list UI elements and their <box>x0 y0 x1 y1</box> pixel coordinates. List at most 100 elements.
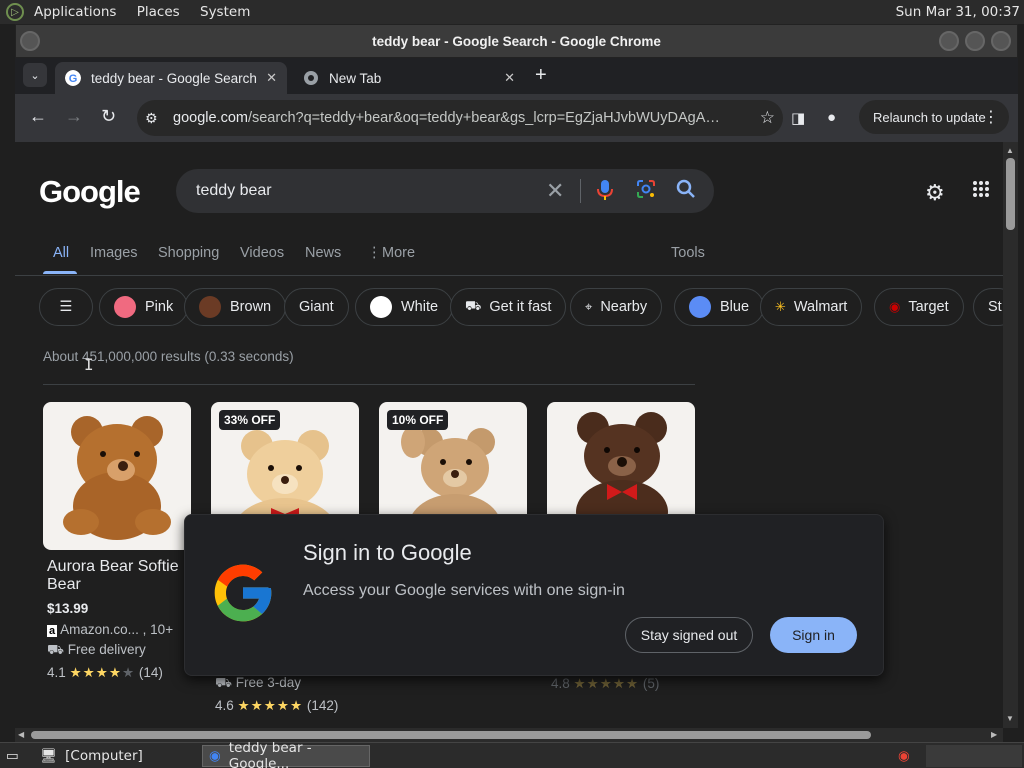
tab-images[interactable]: Images <box>90 245 138 261</box>
svg-text:G: G <box>69 73 78 85</box>
vertical-scroll-thumb[interactable] <box>1006 158 1015 230</box>
address-bar[interactable]: ⚙ google.com /search?q=teddy+bear&oq=ted… <box>137 100 783 136</box>
google-apps-icon[interactable] <box>972 180 990 198</box>
tab-label: teddy bear - Google Search <box>91 70 257 86</box>
tab-news[interactable]: News <box>305 245 341 261</box>
chrome-favicon-icon <box>304 71 318 85</box>
taskbar-computer[interactable]: 🖥 [Computer] <box>34 745 194 767</box>
chip-white[interactable]: White <box>355 288 454 326</box>
scroll-right-icon[interactable]: ▶ <box>991 730 997 739</box>
close-tab-icon[interactable]: ✕ <box>504 70 515 86</box>
clear-search-icon[interactable]: ✕ <box>546 178 564 204</box>
chip-label: Target <box>908 299 949 315</box>
workspace-switcher[interactable] <box>926 745 1022 767</box>
scroll-left-icon[interactable]: ◀ <box>18 730 24 739</box>
scroll-down-icon[interactable]: ▼ <box>1006 714 1014 723</box>
os-menu-places[interactable]: Places <box>137 4 180 20</box>
relaunch-to-update-button[interactable]: Relaunch to update ⋮ <box>859 100 1009 134</box>
chip-label: Walmart <box>793 299 848 315</box>
filter-settings-chip[interactable]: ☰ <box>39 288 93 326</box>
product-name[interactable]: Aurora Bear Softie Bear <box>43 558 191 594</box>
chip-walmart[interactable]: ✳ Walmart <box>760 288 863 326</box>
chip-pink[interactable]: Pink <box>99 288 189 326</box>
sign-in-dialog: Sign in to Google Access your Google ser… <box>184 514 884 676</box>
browser-toolbar: ← → ↻ ⚙ google.com /search?q=teddy+bear&… <box>15 94 1018 142</box>
teddy-bear-image <box>63 416 171 540</box>
site-info-icon[interactable]: ⚙ <box>145 110 167 127</box>
close-tab-icon[interactable]: ✕ <box>266 70 277 86</box>
chip-label: Blue <box>720 299 750 315</box>
google-logo[interactable]: Google <box>39 174 141 210</box>
chip-label: Brown <box>230 299 272 315</box>
search-divider <box>580 179 581 203</box>
os-menu-system[interactable]: System <box>200 4 250 20</box>
relaunch-label: Relaunch to update <box>873 109 986 125</box>
rating-value: 4.8 <box>551 676 570 691</box>
tab-label: New Tab <box>329 70 382 86</box>
product-seller: a Amazon.co... , 10+ <box>43 622 191 637</box>
window-menu-icon[interactable] <box>20 31 40 51</box>
tray-chrome-icon[interactable]: ◉ <box>892 745 922 767</box>
reload-icon[interactable]: ↻ <box>101 106 116 127</box>
chip-target[interactable]: ◉ Target <box>874 288 964 326</box>
chip-blue[interactable]: Blue <box>674 288 765 326</box>
minimize-icon[interactable] <box>939 31 959 51</box>
close-window-icon[interactable] <box>991 31 1011 51</box>
product-card[interactable]: Aurora Bear Softie Bear $13.99 a Amazon.… <box>43 402 191 681</box>
star-rating-icon: ★★★★★ <box>69 665 136 680</box>
chip-get-it-fast[interactable]: ⛟ Get it fast <box>450 288 567 326</box>
os-menu-applications[interactable]: Applications <box>34 4 116 20</box>
os-logo-icon[interactable]: ▷ <box>6 3 24 21</box>
product-rating: 4.1 ★★★★★ (14) <box>43 665 191 681</box>
back-arrow-icon[interactable]: ← <box>29 106 47 127</box>
voice-search-icon[interactable] <box>596 179 614 201</box>
profile-icon[interactable]: ● <box>827 109 836 126</box>
scroll-up-icon[interactable]: ▲ <box>1006 146 1014 155</box>
color-swatch <box>199 296 221 318</box>
horizontal-scroll-thumb[interactable] <box>31 731 871 739</box>
horizontal-scrollbar[interactable]: ◀ ▶ <box>15 728 1003 742</box>
product-image[interactable] <box>43 402 191 550</box>
tab-videos[interactable]: Videos <box>240 245 284 261</box>
tab-more[interactable]: More <box>382 245 415 261</box>
sign-in-button[interactable]: Sign in <box>770 617 857 653</box>
chip-brown[interactable]: Brown <box>184 288 287 326</box>
more-vertical-icon[interactable]: ⋮ <box>983 107 999 127</box>
star-rating-icon: ★★★★★ <box>237 698 304 713</box>
chip-giant[interactable]: Giant <box>284 288 349 326</box>
chip-label: Giant <box>299 299 334 315</box>
location-pin-icon: ⌖ <box>585 299 593 314</box>
tab-tools[interactable]: Tools <box>671 245 705 261</box>
sign-in-title: Sign in to Google <box>303 540 472 565</box>
google-g-logo-icon <box>214 564 272 622</box>
chip-nearby[interactable]: ⌖ Nearby <box>570 288 663 326</box>
vertical-scrollbar[interactable]: ▲ ▼ <box>1003 142 1018 728</box>
search-icon[interactable] <box>676 179 696 199</box>
review-count: (14) <box>138 665 163 680</box>
tab-google-search[interactable]: G teddy bear - Google Search ✕ <box>55 62 287 94</box>
stay-signed-out-button[interactable]: Stay signed out <box>625 617 753 653</box>
search-input[interactable]: teddy bear ✕ <box>176 169 714 213</box>
side-panel-icon[interactable]: ◨ <box>791 109 805 127</box>
os-clock[interactable]: Sun Mar 31, 00:37 <box>896 4 1020 20</box>
taskbar-chrome[interactable]: ◉ teddy bear - Google... <box>202 740 370 768</box>
maximize-icon[interactable] <box>965 31 985 51</box>
new-tab-plus-icon[interactable]: + <box>535 64 547 87</box>
delivery-truck-icon: ⛟ <box>465 298 482 313</box>
tab-new-tab[interactable]: New Tab ✕ <box>293 62 525 94</box>
show-desktop-icon[interactable]: ▭ <box>0 745 26 767</box>
chip-partial[interactable]: St <box>973 288 1003 326</box>
bookmark-star-icon[interactable]: ☆ <box>760 108 775 128</box>
os-taskbar: ▭ 🖥 [Computer] ◉ teddy bear - Google... … <box>0 740 1024 768</box>
shipping-label: Free delivery <box>67 642 146 657</box>
forward-arrow-icon[interactable]: → <box>65 106 83 127</box>
more-vertical-icon[interactable]: ⋮ <box>367 245 382 261</box>
tab-shopping[interactable]: Shopping <box>158 245 219 261</box>
computer-icon: 🖥 <box>40 748 58 764</box>
sign-in-description: Access your Google services with one sig… <box>303 582 625 599</box>
lens-search-icon[interactable] <box>636 179 656 199</box>
tab-search-button[interactable]: ⌄ <box>23 63 47 87</box>
settings-gear-icon[interactable]: ⚙ <box>925 180 945 206</box>
tab-all[interactable]: All <box>53 245 69 261</box>
chrome-icon: ◉ <box>209 748 221 764</box>
